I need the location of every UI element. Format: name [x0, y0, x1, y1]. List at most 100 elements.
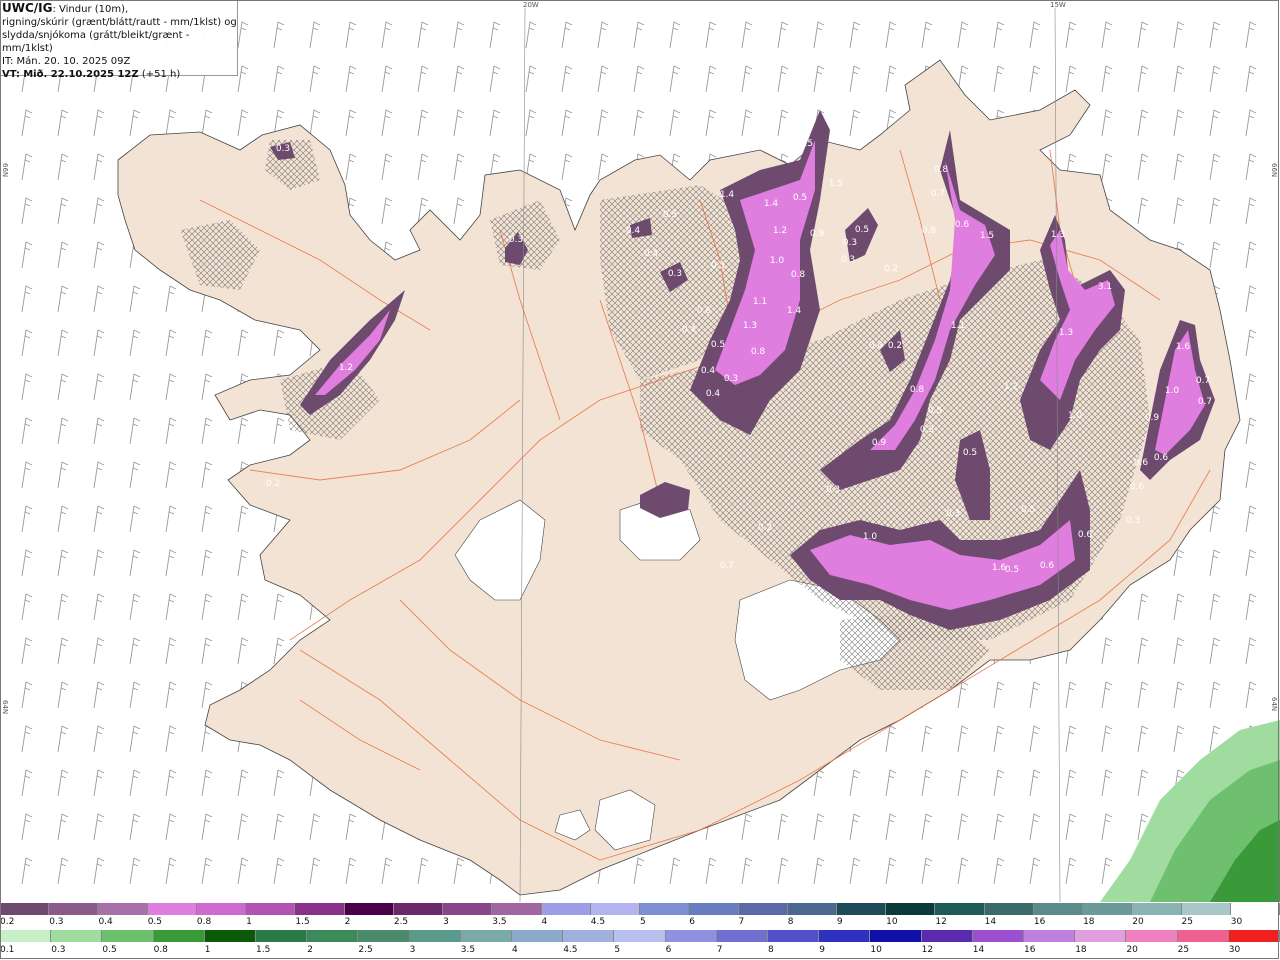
lat-label-66n-right: 66N	[1270, 163, 1278, 178]
legend-swatch	[153, 930, 205, 942]
legend-swatch	[1083, 903, 1133, 915]
it-label: IT:	[2, 56, 14, 67]
legend-label: 2.5	[393, 917, 409, 927]
legend-swatch	[563, 930, 615, 942]
legend-label: 8	[768, 945, 774, 955]
legend-label: 3.5	[492, 917, 507, 927]
precip-value: 0.8	[934, 165, 949, 175]
precip-value: 0.7	[1196, 376, 1210, 386]
legend-swatch	[147, 903, 197, 915]
precip-value: 3.1	[1098, 282, 1112, 292]
precip-value: 1.4	[720, 190, 735, 200]
precip-value: 0.7	[931, 189, 945, 199]
product-title: UWC/IG	[2, 1, 53, 15]
legend-label: 3	[443, 917, 449, 927]
legend-swatch	[1033, 903, 1084, 915]
legend-label: 3.5	[460, 945, 476, 955]
legend-swatch	[836, 903, 887, 915]
legend-label: 1.5	[295, 917, 310, 927]
precip-value: 0.5	[711, 261, 725, 271]
legend-swatch	[716, 930, 769, 942]
legend-label: 25	[1177, 945, 1190, 955]
legend-swatch	[393, 903, 444, 915]
precip-value: 0.3	[1126, 516, 1140, 526]
lat-label-64n-right: 64N	[1270, 697, 1278, 712]
legend-label: 6	[689, 917, 695, 927]
legend-swatch	[102, 930, 154, 942]
precip-value: 1.6	[992, 563, 1007, 573]
legend-label: 0.1	[0, 945, 15, 955]
lon-label-15w: 15W	[1050, 1, 1066, 9]
precip-value: 0.5	[793, 193, 807, 203]
legend-label: 25	[1181, 917, 1193, 927]
precip-value: 0.3	[946, 509, 960, 519]
legend-swatch	[1075, 930, 1127, 942]
legend-label: 20	[1132, 917, 1144, 927]
legend-label: 8	[787, 917, 794, 927]
precip-value: 0.5	[855, 225, 869, 235]
legend-swatch	[443, 903, 493, 915]
legend-swatch	[1177, 930, 1229, 942]
product-desc-3: slydda/snjókoma (grátt/bleikt/grænt - mm…	[2, 30, 190, 54]
legend-swatch	[1024, 930, 1076, 942]
legend-label: 18	[1075, 945, 1087, 955]
legend-label: 0.8	[196, 917, 212, 927]
precip-value: 0.6	[1040, 561, 1055, 571]
legend-swatch	[870, 930, 922, 942]
legend-label: 14	[972, 945, 985, 955]
legend-swatch	[307, 930, 359, 942]
precip-value: 0.8	[751, 347, 766, 357]
precip-value: 1.3	[1051, 230, 1065, 240]
legend-label: 1	[246, 917, 252, 927]
legend-label: 0.5	[102, 945, 117, 955]
legend-swatch	[51, 930, 103, 942]
legend-swatch	[246, 903, 296, 915]
legend-label: 2	[344, 917, 351, 927]
lon-label-20w: 20W	[523, 1, 539, 9]
precip-value: 0.7	[1198, 397, 1212, 407]
legend-label: 5	[640, 917, 646, 927]
legend-swatch	[1181, 903, 1231, 915]
precip-value: 0.3	[724, 374, 738, 384]
precip-value: 0.9	[872, 438, 887, 448]
precip-value: 1.0	[770, 256, 785, 266]
precip-value: 0.5	[928, 406, 942, 416]
legend-label: 3	[409, 945, 416, 955]
snow-color-legend	[0, 903, 1280, 915]
precip-value: 0.4	[644, 249, 659, 259]
precip-value: 0.6	[1078, 530, 1093, 540]
precip-value: 1.1	[753, 297, 767, 307]
precip-value: 1.0	[1165, 386, 1180, 396]
legend-swatch	[295, 903, 345, 915]
precip-value: 0.9	[1145, 413, 1160, 423]
precip-value: 0.6	[1154, 453, 1169, 463]
legend-label: 10	[870, 945, 882, 955]
legend-label: 30	[1230, 917, 1243, 927]
legend-label: 7	[716, 945, 723, 955]
legend-swatch	[819, 930, 871, 942]
legend-swatch	[972, 930, 1025, 942]
precip-value: 0.6	[697, 306, 712, 316]
legend-swatch	[1132, 903, 1182, 915]
legend-swatch	[1126, 930, 1178, 942]
legend-swatch	[614, 930, 666, 942]
precip-value: 1.2	[339, 363, 353, 373]
legend-swatch	[196, 903, 247, 915]
legend-label: 14	[984, 917, 997, 927]
legend-swatch	[1228, 930, 1280, 942]
precip-value: 1.2	[1004, 382, 1018, 392]
legend-swatch	[886, 903, 936, 915]
precip-value: 1.5	[980, 231, 994, 241]
precip-value: 0.2	[884, 264, 898, 274]
precip-value: 1.0	[863, 532, 878, 542]
legend-label: 16	[1024, 945, 1036, 955]
product-desc-2: rigning/skúrir (grænt/blátt/rautt - mm/1…	[2, 17, 237, 28]
precip-value: 0.2	[266, 479, 280, 489]
precip-value: 0.3	[668, 269, 682, 279]
precip-value: 0.3	[276, 144, 290, 154]
precip-value: 1.2	[773, 226, 787, 236]
legend-label: 0.3	[51, 945, 66, 955]
legend-label: 2	[307, 945, 313, 955]
legend-label: 2.5	[358, 945, 373, 955]
precip-value: 1.1	[951, 321, 965, 331]
